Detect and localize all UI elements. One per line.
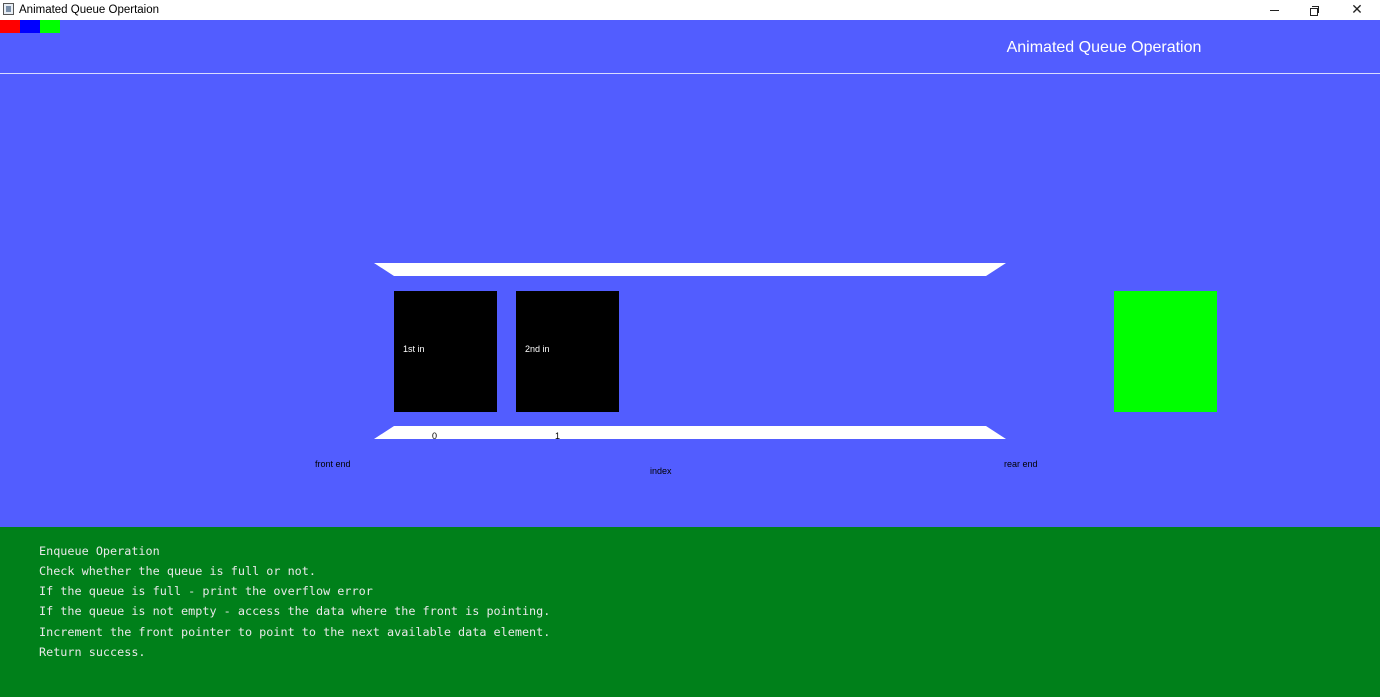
rear-end-label: rear end xyxy=(1004,459,1038,469)
queue-element-label: 1st in xyxy=(403,344,425,354)
queue-element-label: 2nd in xyxy=(525,344,550,354)
queue-bottom-rail xyxy=(374,426,1006,439)
minimize-icon xyxy=(1269,9,1279,11)
page-title: Animated Queue Operation xyxy=(1006,39,1202,56)
color-swatch-green[interactable] xyxy=(40,20,60,33)
info-step: Increment the front pointer to point to … xyxy=(39,625,551,639)
page-title-row: Animated Queue Operation xyxy=(0,38,1303,58)
restore-button[interactable] xyxy=(1294,0,1334,20)
heading-divider xyxy=(0,73,1380,74)
window-title: Animated Queue Opertaion xyxy=(19,4,160,16)
app-icon xyxy=(3,3,14,15)
color-swatch-red[interactable] xyxy=(0,20,20,33)
info-panel: Enqueue Operation Check whether the queu… xyxy=(0,527,1380,697)
queue-top-rail xyxy=(374,263,1006,276)
app-window: Animated Queue Opertaion ✕ Animated Queu… xyxy=(0,0,1380,697)
animation-canvas: Animated Queue Operation 1st in 2nd in 0… xyxy=(0,20,1380,527)
index-label-0: 0 xyxy=(432,431,438,441)
bottom-rail-shape xyxy=(374,426,1006,439)
info-step: Return success. xyxy=(39,645,146,659)
index-label-1: 1 xyxy=(555,431,561,441)
restore-icon xyxy=(1309,5,1319,16)
close-icon: ✕ xyxy=(1351,2,1363,18)
incoming-element xyxy=(1114,291,1217,412)
info-step: Check whether the queue is full or not. xyxy=(39,564,316,578)
queue-element-1: 2nd in xyxy=(516,291,619,412)
close-button[interactable]: ✕ xyxy=(1337,0,1377,20)
front-end-label: front end xyxy=(315,459,351,469)
info-step: If the queue is not empty - access the d… xyxy=(39,604,551,618)
info-step: If the queue is full - print the overflo… xyxy=(39,584,373,598)
minimize-button[interactable] xyxy=(1254,0,1294,20)
index-caption: index xyxy=(650,466,672,476)
top-rail-shape xyxy=(374,263,1006,276)
info-heading: Enqueue Operation xyxy=(39,544,160,558)
queue-element-0: 1st in xyxy=(394,291,497,412)
title-bar: Animated Queue Opertaion ✕ xyxy=(0,0,1380,20)
color-swatch-blue[interactable] xyxy=(20,20,40,33)
